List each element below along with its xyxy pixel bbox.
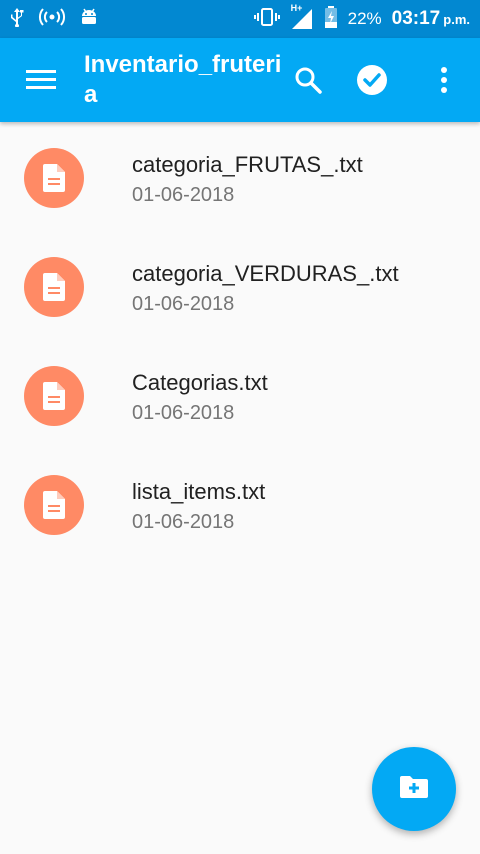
document-icon [24,366,84,426]
file-name: Categorias.txt [132,370,268,395]
signal-icon: H+ [290,3,314,31]
battery-percent: 22% [347,9,382,28]
status-bar: H+ 22% 03:17 p.m. [0,0,480,38]
file-name: categoria_VERDURAS_.txt [132,261,399,286]
more-vert-icon[interactable] [426,62,462,98]
file-name: categoria_FRUTAS_.txt [132,152,363,177]
usb-icon [10,7,24,32]
file-date: 01-06-2018 [132,402,235,424]
battery-charging-icon [324,5,338,33]
list-item[interactable]: categoria_FRUTAS_.txt 01-06-2018 [0,122,480,231]
list-item[interactable]: categoria_VERDURAS_.txt 01-06-2018 [0,231,480,340]
file-name: lista_items.txt [132,479,266,504]
status-left-icons [10,7,98,32]
file-date: 01-06-2018 [132,184,235,206]
status-right-icons: H+ 22% 03:17 p.m. [253,3,470,33]
vibrate-icon [253,7,280,32]
page-title: Inventario_fruteria [84,51,282,108]
create-folder-button[interactable] [372,747,456,831]
android-icon [80,7,98,32]
network-type-label: H+ [290,3,303,13]
create-new-folder-icon [399,774,429,805]
search-icon[interactable] [290,62,326,98]
file-list: categoria_FRUTAS_.txt 01-06-2018 categor… [0,122,480,558]
file-date: 01-06-2018 [132,293,235,315]
menu-icon[interactable] [24,67,58,93]
list-item[interactable]: lista_items.txt 01-06-2018 [0,449,480,558]
clock-time: 03:17 [391,8,441,29]
clock: 03:17 p.m. [392,8,470,30]
wireless-icon [38,7,66,32]
list-item[interactable]: Categorias.txt 01-06-2018 [0,340,480,449]
check-circle-icon[interactable] [354,62,390,98]
clock-ampm: p.m. [443,12,470,27]
document-icon [24,148,84,208]
file-date: 01-06-2018 [132,511,235,533]
document-icon [24,257,84,317]
document-icon [24,475,84,535]
app-bar: Inventario_fruteria [0,38,480,122]
